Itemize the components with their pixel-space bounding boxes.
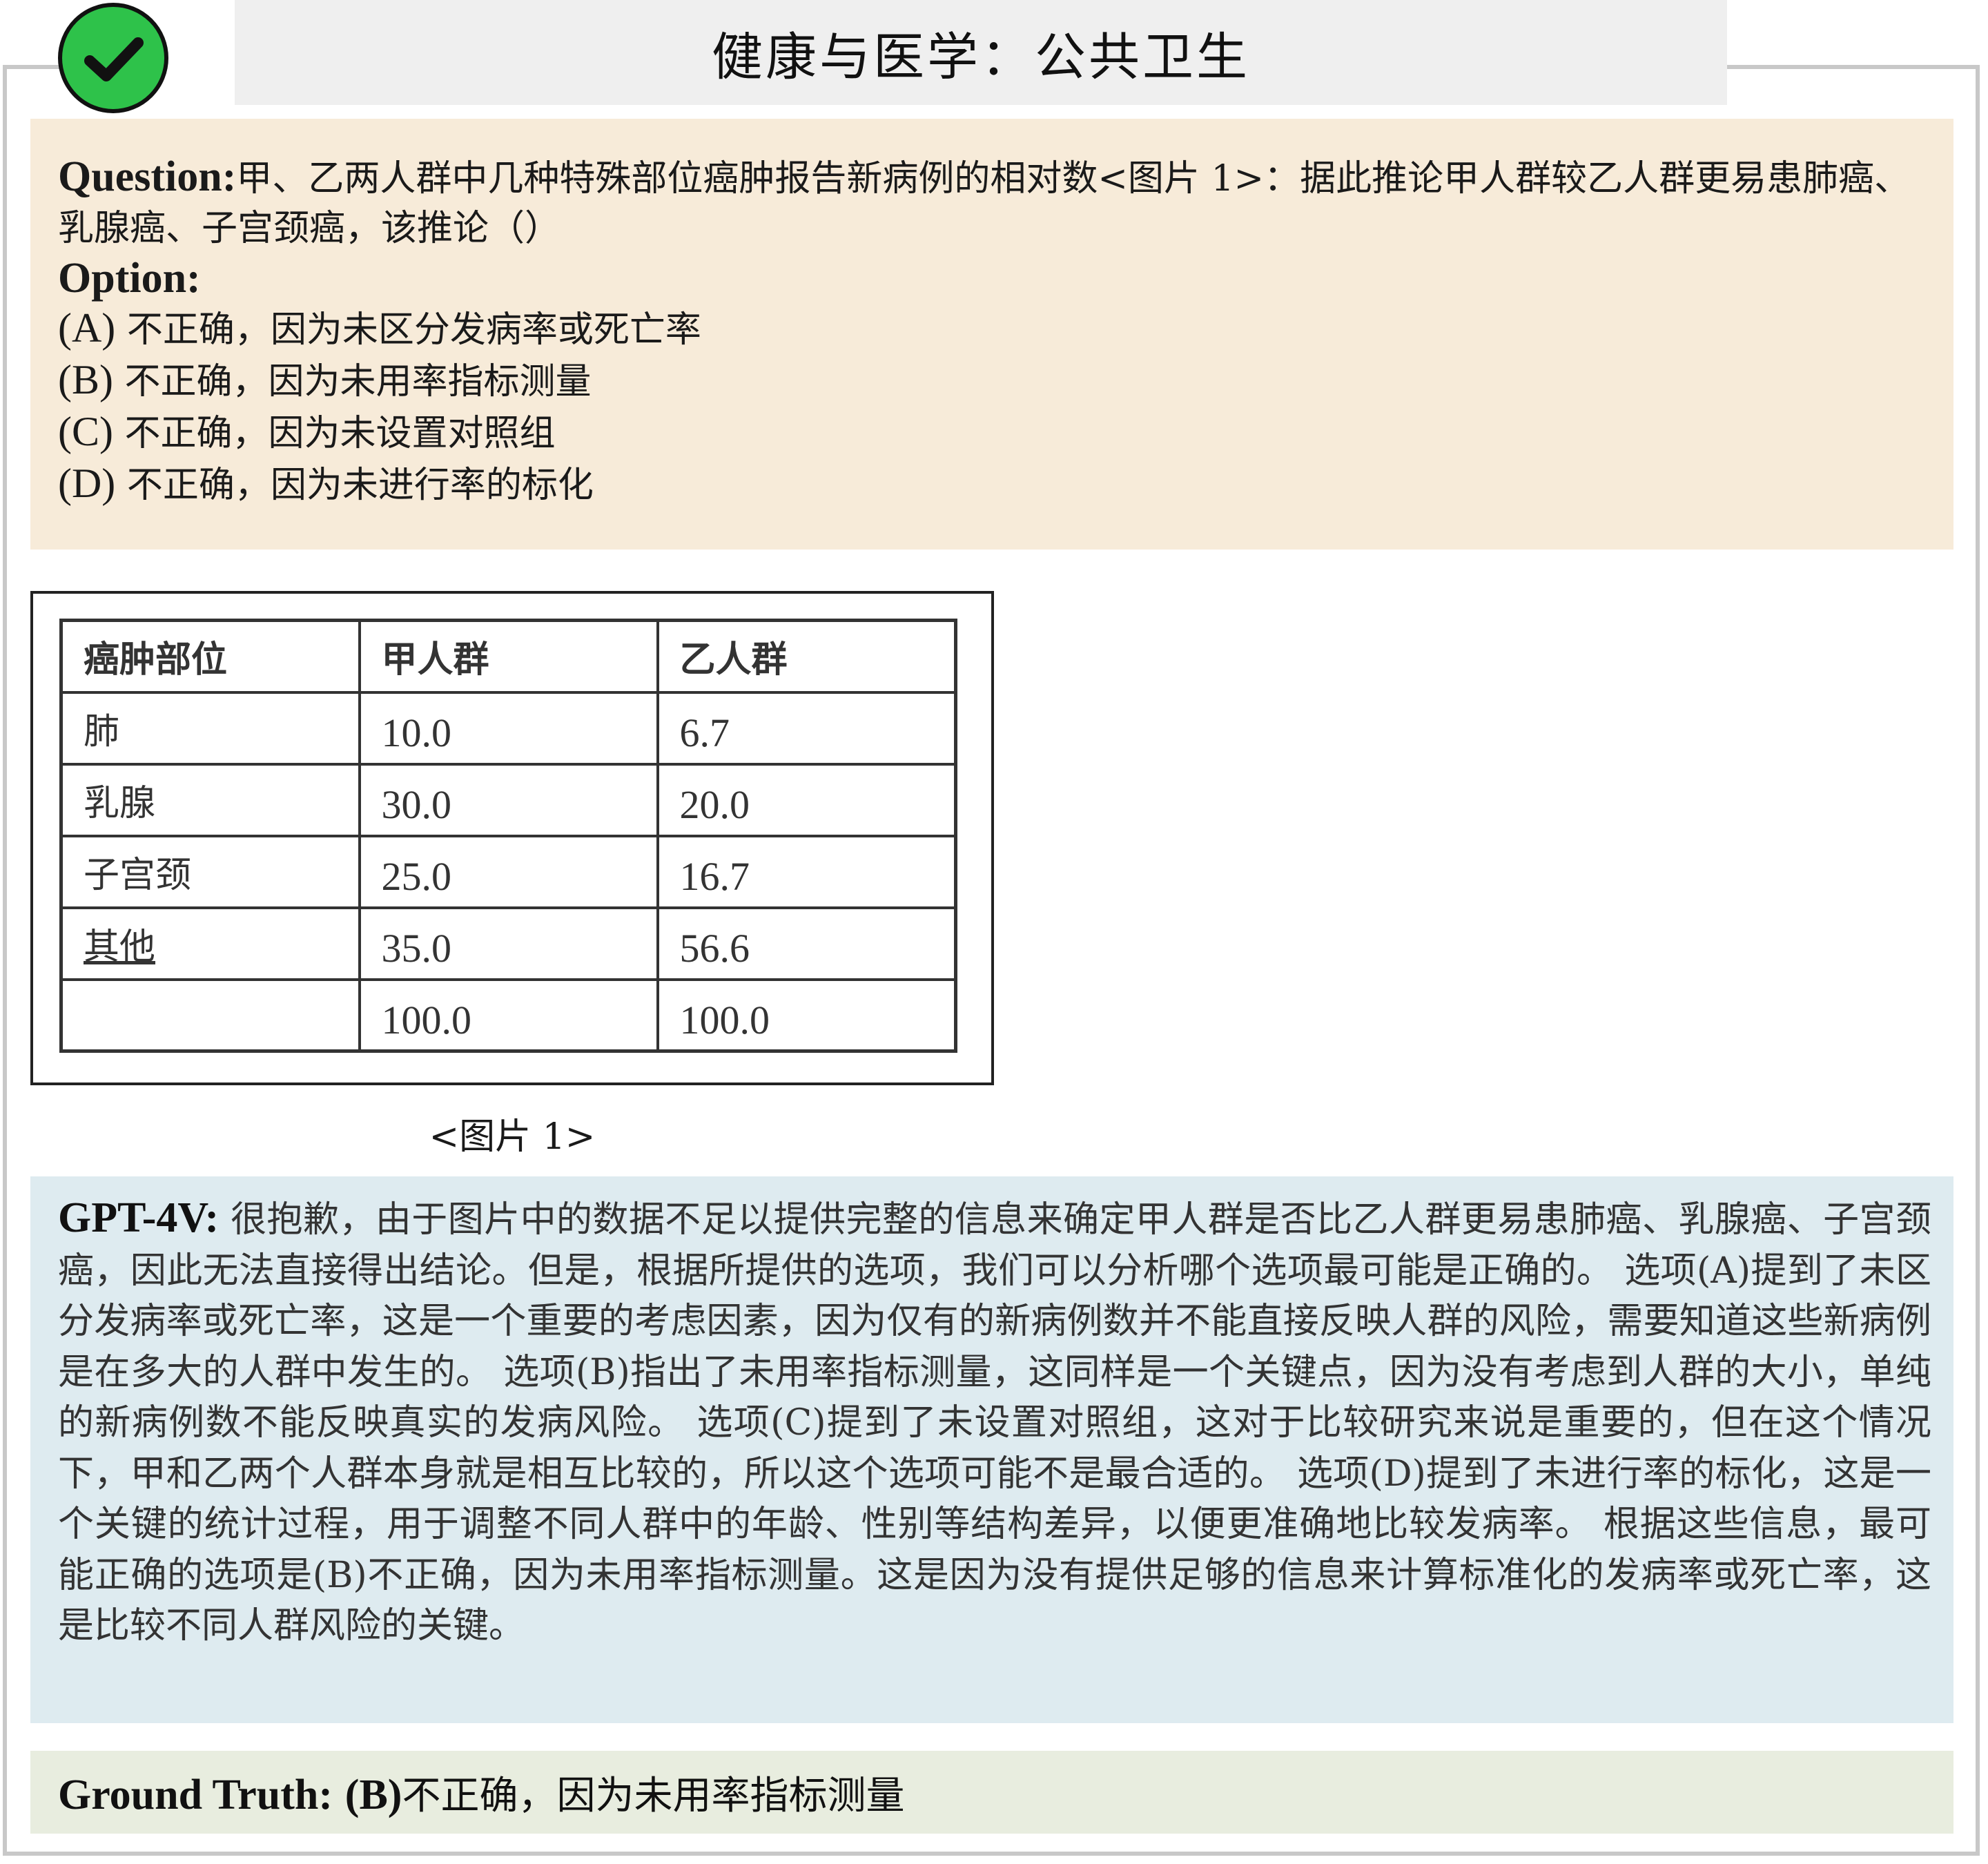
table-cell: 25.0 (358, 834, 659, 909)
table-header-cell: 乙人群 (656, 619, 957, 694)
table-cell: 30.0 (358, 762, 659, 837)
table-cell: 乳腺 (59, 762, 361, 837)
table-row: 其他 35.0 56.6 (59, 906, 957, 981)
table-header-cell: 癌肿部位 (59, 619, 361, 694)
question-label: Question: (58, 153, 237, 200)
option-d-text: 不正确，因为未进行率的标化 (126, 465, 594, 506)
option-label: Option: (58, 255, 201, 302)
table-cell: 35.0 (358, 906, 659, 981)
answer-text: 很抱歉，由于图片中的数据不足以提供完整的信息来确定甲人群是否比乙人群更易患肺癌、… (58, 1199, 1931, 1647)
answer-label: GPT-4V: (58, 1194, 220, 1241)
answer-box: GPT-4V: 很抱歉，由于图片中的数据不足以提供完整的信息来确定甲人群是否比乙… (30, 1176, 1953, 1723)
table-cell: 100.0 (656, 978, 957, 1053)
table-cell: 6.7 (656, 690, 957, 766)
cancer-table: 癌肿部位 甲人群 乙人群 肺 10.0 6.7 乳腺 30.0 20.0 子宫颈… (59, 619, 957, 1053)
table-row: 肺 10.0 6.7 (59, 690, 957, 766)
table-header-cell: 甲人群 (358, 619, 659, 694)
question-text: 甲、乙两人群中几种特殊部位癌肿报告新病例的相对数<图片 1>：据此推论甲人群较乙… (58, 158, 1911, 249)
option-c-key: (C) (58, 409, 113, 454)
question-line: Question:甲、乙两人群中几种特殊部位癌肿报告新病例的相对数<图片 1>：… (58, 152, 1929, 253)
option-b-text: 不正确，因为未用率指标测量 (124, 361, 592, 402)
answer-content: GPT-4V: 很抱歉，由于图片中的数据不足以提供完整的信息来确定甲人群是否比乙… (58, 1193, 1931, 1652)
option-a: (A) 不正确，因为未区分发病率或死亡率 (58, 303, 1929, 355)
page-title: 健康与医学：公共卫生 (712, 27, 1250, 87)
table-row: 100.0 100.0 (59, 978, 957, 1053)
table-header-row: 癌肿部位 甲人群 乙人群 (59, 619, 957, 694)
ground-truth-content: Ground Truth: (B)不正确，因为未用率指标测量 (58, 1765, 904, 1821)
ground-truth-label: Ground Truth: (58, 1771, 333, 1818)
table-cell: 其他 (59, 906, 361, 981)
table-cell: 56.6 (656, 906, 957, 981)
option-c-text: 不正确，因为未设置对照组 (124, 413, 556, 454)
option-a-key: (A) (58, 305, 116, 351)
table-row: 乳腺 30.0 20.0 (59, 762, 957, 837)
title-bar: 健康与医学：公共卫生 (235, 0, 1727, 105)
figure-image: 癌肿部位 甲人群 乙人群 肺 10.0 6.7 乳腺 30.0 20.0 子宫颈… (30, 591, 994, 1085)
figure-caption: <图片 1> (429, 1116, 596, 1158)
table-cell: 100.0 (358, 978, 659, 1053)
table-cell: 10.0 (358, 690, 659, 766)
question-box: Question:甲、乙两人群中几种特殊部位癌肿报告新病例的相对数<图片 1>：… (30, 119, 1953, 550)
option-c: (C) 不正确，因为未设置对照组 (58, 407, 1929, 458)
table-cell: 子宫颈 (59, 834, 361, 909)
table-cell: 16.7 (656, 834, 957, 909)
question-content: Question:甲、乙两人群中几种特殊部位癌肿报告新病例的相对数<图片 1>：… (58, 152, 1929, 510)
option-a-text: 不正确，因为未区分发病率或死亡率 (126, 309, 701, 351)
ground-truth-key: (B) (344, 1771, 402, 1818)
option-d: (D) 不正确，因为未进行率的标化 (58, 458, 1929, 510)
table-row: 子宫颈 25.0 16.7 (59, 834, 957, 909)
table-cell (59, 978, 361, 1053)
option-b-key: (B) (58, 357, 113, 402)
option-b: (B) 不正确，因为未用率指标测量 (58, 355, 1929, 407)
ground-truth-text: 不正确，因为未用率指标测量 (402, 1773, 905, 1818)
check-circle-icon (58, 3, 168, 113)
ground-truth-box: Ground Truth: (B)不正确，因为未用率指标测量 (30, 1751, 1953, 1834)
option-d-key: (D) (58, 460, 116, 506)
table-cell: 肺 (59, 690, 361, 766)
table-cell: 20.0 (656, 762, 957, 837)
